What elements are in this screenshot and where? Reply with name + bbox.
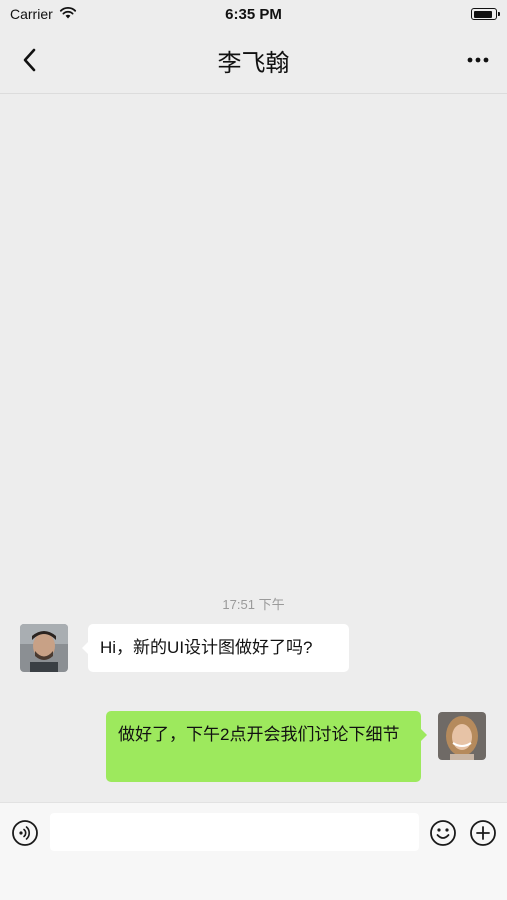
incoming-message-text: Hi，新的UI设计图做好了吗?	[100, 638, 313, 657]
incoming-message-bubble[interactable]: Hi，新的UI设计图做好了吗?	[82, 624, 349, 672]
plus-icon	[470, 820, 496, 846]
wifi-icon	[59, 6, 77, 22]
status-left: Carrier	[10, 6, 77, 22]
emoji-icon	[430, 820, 456, 846]
self-avatar[interactable]	[438, 712, 486, 760]
voice-button[interactable]	[11, 819, 39, 847]
nav-bar: 李飞翰	[0, 28, 507, 94]
ellipsis-icon	[467, 57, 489, 63]
outgoing-message-bubble[interactable]: 做好了，下午2点开会我们讨论下细节	[106, 711, 427, 782]
chat-title: 李飞翰	[217, 50, 290, 77]
voice-icon	[12, 820, 38, 846]
battery-level	[473, 10, 492, 18]
more-button[interactable]	[463, 48, 493, 72]
contact-avatar[interactable]	[20, 624, 68, 672]
battery-icon	[471, 8, 500, 20]
back-button[interactable]	[14, 44, 44, 76]
status-bar: Carrier 6:35 PM	[0, 0, 507, 28]
message-timestamp: 17:51 下午	[222, 597, 285, 612]
chevron-left-icon	[23, 48, 36, 72]
carrier-label: Carrier	[10, 6, 53, 22]
emoji-button[interactable]	[429, 819, 457, 847]
input-bar	[0, 802, 507, 900]
message-input[interactable]	[50, 813, 419, 851]
outgoing-message-text: 做好了，下午2点开会我们讨论下细节	[118, 725, 400, 744]
more-actions-button[interactable]	[469, 819, 497, 847]
